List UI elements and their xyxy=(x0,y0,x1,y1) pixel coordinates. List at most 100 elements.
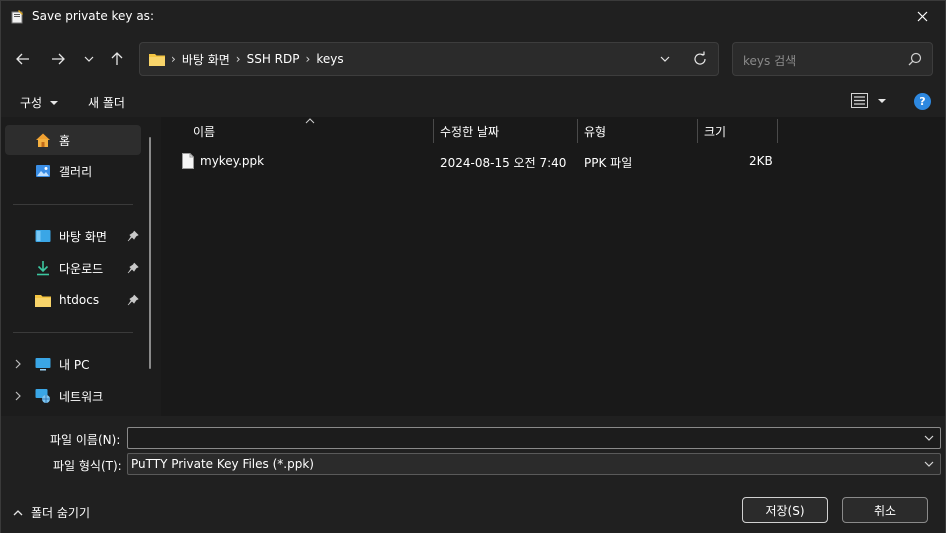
column-separator[interactable] xyxy=(697,119,698,143)
sidebar-item-label: htdocs xyxy=(59,293,100,307)
close-button[interactable] xyxy=(899,1,945,32)
hide-folders-button[interactable]: 폴더 숨기기 xyxy=(13,504,90,521)
breadcrumb-chevron-icon: › xyxy=(171,52,176,66)
save-button-label: 저장(S) xyxy=(765,503,805,518)
sidebar-item-this-pc[interactable]: 내 PC xyxy=(5,349,141,379)
sidebar-item-label: 갤러리 xyxy=(59,164,93,179)
sidebar-item-downloads[interactable]: 다운로드 xyxy=(5,253,141,283)
recent-locations-button[interactable] xyxy=(75,45,103,73)
pin-icon[interactable] xyxy=(127,230,139,242)
column-header-label: 이름 xyxy=(193,124,216,139)
table-row[interactable]: mykey.ppk 2024-08-15 오전 7:40 PPK 파일 2KB xyxy=(173,151,773,173)
sidebar-item-label: 내 PC xyxy=(59,357,90,372)
filetype-label: 파일 형식(T): xyxy=(53,459,122,473)
column-header-type[interactable]: 유형 xyxy=(584,119,606,143)
column-separator[interactable] xyxy=(777,119,778,143)
caret-down-icon xyxy=(50,100,59,105)
sidebar-item-label: 홈 xyxy=(59,133,71,148)
file-type: PPK 파일 xyxy=(584,156,633,170)
help-icon: ? xyxy=(919,95,926,108)
pc-icon xyxy=(35,356,51,372)
window-title: Save private key as: xyxy=(32,9,154,23)
filename-field[interactable] xyxy=(127,427,941,449)
arrow-right-icon xyxy=(52,53,65,65)
view-options-button[interactable] xyxy=(851,93,887,108)
new-folder-button[interactable]: 새 폴더 xyxy=(88,94,125,111)
desktop-icon xyxy=(35,228,51,244)
save-dialog: Save private key as: › 바탕 화면 › SSH RDP ›… xyxy=(0,0,946,533)
folder-icon xyxy=(35,292,51,308)
sidebar-item-label: 다운로드 xyxy=(59,261,104,276)
back-button[interactable] xyxy=(9,45,37,73)
column-separator[interactable] xyxy=(577,119,578,143)
hide-folders-label: 폴더 숨기기 xyxy=(31,506,91,520)
details-view-icon xyxy=(851,93,868,108)
arrow-up-icon xyxy=(111,52,123,65)
arrow-left-icon xyxy=(16,53,29,65)
column-header-label: 유형 xyxy=(584,124,607,139)
breadcrumb-chevron-icon: › xyxy=(305,52,311,66)
sidebar-item-label: 네트워크 xyxy=(59,389,104,404)
address-bar[interactable]: › 바탕 화면 › SSH RDP › keys xyxy=(139,42,719,76)
breadcrumb-keys[interactable]: keys xyxy=(316,52,343,66)
search-icon[interactable] xyxy=(908,52,922,66)
pin-icon[interactable] xyxy=(127,262,139,274)
address-dropdown-icon[interactable] xyxy=(658,52,672,66)
network-icon xyxy=(35,388,51,404)
cancel-button[interactable]: 취소 xyxy=(842,497,928,523)
column-header-modified[interactable]: 수정한 날짜 xyxy=(440,119,499,143)
chevron-down-icon xyxy=(84,56,94,62)
sidebar-item-label: 바탕 화면 xyxy=(59,229,107,244)
pin-icon[interactable] xyxy=(127,294,139,306)
title-bar: Save private key as: xyxy=(1,1,945,32)
caret-down-icon xyxy=(878,98,886,103)
organize-label: 구성 xyxy=(20,96,43,110)
chevron-down-icon[interactable] xyxy=(924,460,934,468)
folder-icon xyxy=(149,53,165,66)
home-icon xyxy=(35,132,51,148)
new-folder-label: 새 폴더 xyxy=(88,96,125,110)
file-size: 2KB xyxy=(749,154,773,168)
column-header-size[interactable]: 크기 xyxy=(704,119,726,143)
sidebar-scrollbar[interactable] xyxy=(149,137,151,369)
chevron-down-icon[interactable] xyxy=(924,434,934,442)
sort-ascending-icon xyxy=(305,118,315,124)
gallery-icon xyxy=(35,163,51,179)
save-button[interactable]: 저장(S) xyxy=(742,497,828,523)
search-box[interactable]: keys 검색 xyxy=(732,42,933,76)
sidebar-item-network[interactable]: 네트워크 xyxy=(5,381,141,411)
putty-key-icon xyxy=(10,9,25,24)
breadcrumb-desktop[interactable]: 바탕 화면 xyxy=(182,51,230,68)
column-header-label: 수정한 날짜 xyxy=(440,124,500,139)
column-header-name[interactable]: 이름 xyxy=(193,119,215,143)
breadcrumb-ssh-rdp[interactable]: SSH RDP xyxy=(247,52,300,66)
organize-button[interactable]: 구성 xyxy=(20,94,59,111)
sidebar-divider xyxy=(13,332,133,333)
column-separator[interactable] xyxy=(433,119,434,143)
filetype-select[interactable]: PuTTY Private Key Files (*.ppk) xyxy=(127,453,941,475)
help-button[interactable]: ? xyxy=(914,93,931,110)
chevron-up-icon xyxy=(13,510,23,516)
sidebar-item-home[interactable]: 홈 xyxy=(5,125,141,155)
file-icon xyxy=(182,153,194,169)
file-list: 이름 수정한 날짜 유형 크기 mykey.ppk 2024-08-15 오전 … xyxy=(161,117,945,416)
refresh-icon[interactable] xyxy=(692,51,708,67)
sidebar-item-gallery[interactable]: 갤러리 xyxy=(5,156,141,186)
cancel-button-label: 취소 xyxy=(873,503,897,518)
navigation-pane: 홈 갤러리 바탕 화면 다운로드 htdocs 내 PC 네트워크 xyxy=(1,117,161,416)
column-header-label: 크기 xyxy=(704,124,727,139)
filename-label: 파일 이름(N): xyxy=(50,433,121,447)
file-modified: 2024-08-15 오전 7:40 xyxy=(440,156,567,170)
command-bar: 구성 새 폴더 ? xyxy=(1,86,945,117)
up-button[interactable] xyxy=(103,45,131,73)
file-name: mykey.ppk xyxy=(200,154,265,168)
download-icon xyxy=(35,260,51,276)
close-icon xyxy=(917,11,927,22)
sidebar-divider xyxy=(13,204,133,205)
search-input[interactable]: keys 검색 xyxy=(743,52,796,69)
sidebar-item-htdocs[interactable]: htdocs xyxy=(5,285,141,315)
forward-button[interactable] xyxy=(44,45,72,73)
navigation-bar: › 바탕 화면 › SSH RDP › keys keys 검색 xyxy=(1,32,945,86)
sidebar-item-desktop[interactable]: 바탕 화면 xyxy=(5,221,141,251)
breadcrumb-chevron-icon: › xyxy=(235,52,241,66)
